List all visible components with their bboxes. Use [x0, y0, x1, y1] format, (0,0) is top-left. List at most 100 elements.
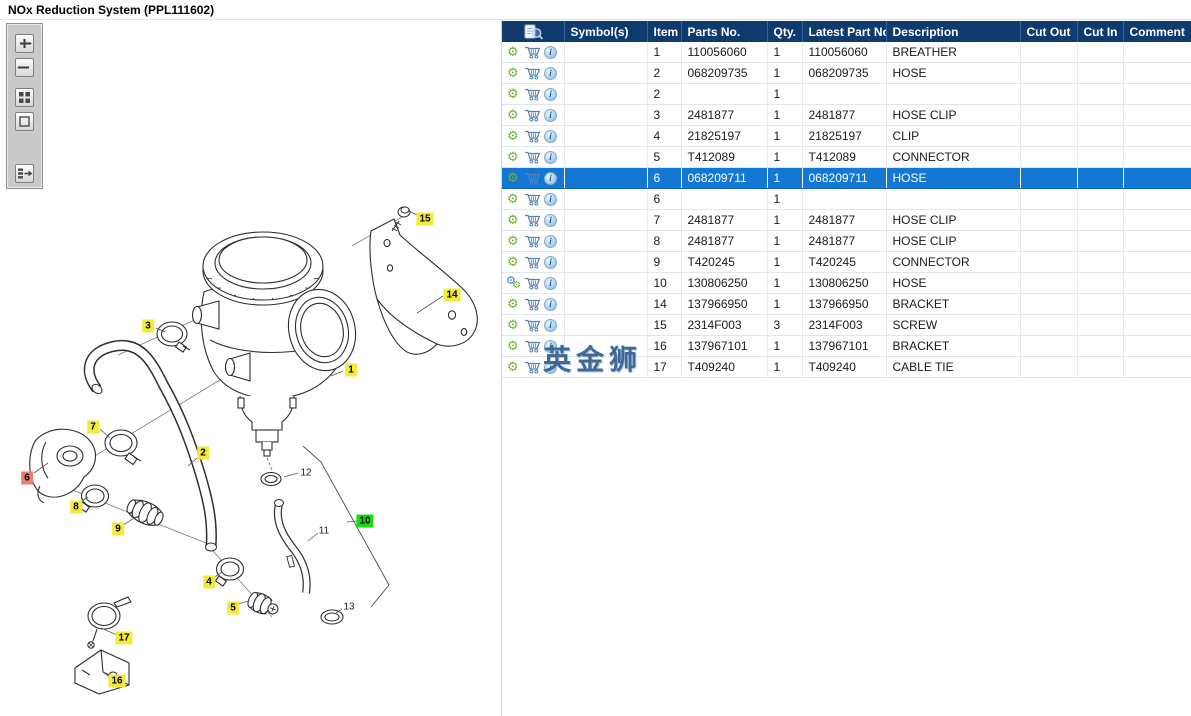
- column-header-latest-part-no[interactable]: Latest Part No.: [802, 21, 887, 42]
- info-icon[interactable]: i: [544, 171, 557, 185]
- column-header-comment[interactable]: Comment: [1123, 21, 1191, 42]
- info-icon[interactable]: i: [544, 318, 557, 332]
- gear-icon[interactable]: ⚙⚙: [507, 234, 521, 249]
- cell-symbols: [564, 230, 648, 252]
- gear-icon[interactable]: ⚙⚙: [507, 339, 521, 354]
- info-icon[interactable]: i: [544, 255, 557, 269]
- cell-latest-part-no: T420245: [802, 251, 887, 273]
- info-icon[interactable]: i: [544, 129, 557, 143]
- gear-icon[interactable]: ⚙⚙: [507, 171, 521, 186]
- info-icon[interactable]: i: [544, 297, 557, 311]
- gear-icon[interactable]: ⚙⚙: [506, 274, 521, 291]
- gear-icon[interactable]: ⚙⚙: [507, 297, 521, 312]
- info-icon[interactable]: i: [544, 360, 557, 374]
- cart-icon[interactable]: [524, 339, 541, 353]
- gear-icon[interactable]: ⚙⚙: [507, 360, 521, 375]
- gear-icon[interactable]: ⚙⚙: [507, 108, 521, 123]
- cart-icon[interactable]: [524, 171, 541, 185]
- table-row[interactable]: ⚙⚙ i 9 T420245 1 T420245 CONNECTOR: [502, 251, 1191, 273]
- cart-icon[interactable]: [524, 87, 541, 101]
- diagram-label-9[interactable]: 9: [112, 522, 124, 536]
- table-row[interactable]: ⚙⚙ i 8 2481877 1 2481877 HOSE CLIP: [502, 230, 1191, 252]
- diagram-label-16[interactable]: 16: [108, 674, 126, 688]
- table-row[interactable]: ⚙⚙ i 3 2481877 1 2481877 HOSE CLIP: [502, 104, 1191, 126]
- table-row[interactable]: ⚙⚙ i 14 137966950 1 137966950 BRACKET: [502, 293, 1191, 315]
- diagram-label-1[interactable]: 1: [345, 363, 357, 377]
- diagram-label-17[interactable]: 17: [115, 631, 133, 645]
- table-row[interactable]: ⚙⚙ i 16 137967101 1 137967101 BRACKET: [502, 335, 1191, 357]
- table-row[interactable]: ⚙⚙ i 4 21825197 1 21825197 CLIP: [502, 125, 1191, 147]
- info-icon[interactable]: i: [544, 108, 557, 122]
- column-header-cut-in[interactable]: Cut In: [1077, 21, 1124, 42]
- column-header-parts-no[interactable]: Parts No.: [681, 21, 768, 42]
- cart-icon[interactable]: [524, 108, 541, 122]
- table-row[interactable]: ⚙⚙ i 17 T409240 1 T409240 CABLE TIE: [502, 356, 1191, 378]
- info-icon[interactable]: i: [544, 234, 557, 248]
- gear-icon[interactable]: ⚙⚙: [507, 318, 521, 333]
- gear-icon[interactable]: ⚙⚙: [507, 87, 521, 102]
- cart-icon[interactable]: [524, 297, 541, 311]
- diagram-label-7[interactable]: 7: [87, 420, 99, 434]
- diagram-label-6[interactable]: 6: [21, 471, 33, 485]
- diagram-label-2[interactable]: 2: [197, 446, 209, 460]
- diagram-label-3[interactable]: 3: [142, 319, 154, 333]
- table-row[interactable]: ⚙ ⚙ i 10 130806250 1 130806250 HOSE: [502, 272, 1191, 294]
- info-icon[interactable]: i: [544, 213, 557, 227]
- diagram-label-15[interactable]: 15: [416, 212, 434, 226]
- cell-cut-in: [1077, 125, 1124, 147]
- cart-icon[interactable]: [524, 255, 541, 269]
- diagram-label-8[interactable]: 8: [70, 500, 82, 514]
- cart-icon[interactable]: [524, 129, 541, 143]
- cart-icon[interactable]: [524, 192, 541, 206]
- table-row[interactable]: ⚙⚙ i 2 068209735 1 068209735 HOSE: [502, 62, 1191, 84]
- gear-icon[interactable]: ⚙⚙: [507, 192, 521, 207]
- column-header-description[interactable]: Description: [886, 21, 1021, 42]
- diagram-label-5[interactable]: 5: [227, 601, 239, 615]
- gear-icon[interactable]: ⚙⚙: [507, 255, 521, 270]
- table-row[interactable]: ⚙⚙ i 2 1: [502, 83, 1191, 105]
- cart-icon[interactable]: [524, 276, 541, 290]
- table-row[interactable]: ⚙⚙ i 7 2481877 1 2481877 HOSE CLIP: [502, 209, 1191, 231]
- diagram-label-14[interactable]: 14: [443, 288, 461, 302]
- cell-item: 14: [647, 293, 682, 315]
- info-icon[interactable]: i: [544, 339, 557, 353]
- info-icon[interactable]: i: [544, 45, 557, 59]
- cart-icon[interactable]: [524, 45, 541, 59]
- gear-icon[interactable]: ⚙⚙: [507, 150, 521, 165]
- table-row[interactable]: ⚙⚙ i 1 110056060 1 110056060 BREATHER: [502, 42, 1191, 63]
- info-icon[interactable]: i: [544, 192, 557, 206]
- tile-view-button[interactable]: [15, 88, 34, 107]
- info-icon[interactable]: i: [544, 276, 557, 290]
- diagram-label-4[interactable]: 4: [203, 575, 215, 589]
- cart-icon[interactable]: [524, 318, 541, 332]
- zoom-out-button[interactable]: [15, 58, 34, 77]
- export-list-button[interactable]: [15, 164, 34, 183]
- zoom-in-button[interactable]: [15, 34, 34, 53]
- fit-view-button[interactable]: [15, 112, 34, 131]
- column-header-cut-out[interactable]: Cut Out: [1020, 21, 1078, 42]
- gear-icon[interactable]: ⚙⚙: [507, 129, 521, 144]
- cart-icon[interactable]: [524, 213, 541, 227]
- table-row[interactable]: ⚙⚙ i 15 2314F003 3 2314F003 SCREW: [502, 314, 1191, 336]
- cart-icon[interactable]: [524, 66, 541, 80]
- cart-icon[interactable]: [524, 234, 541, 248]
- table-row[interactable]: ⚙⚙ i 6 068209711 1 068209711 HOSE: [502, 167, 1191, 189]
- column-header-find[interactable]: [502, 21, 565, 42]
- info-icon[interactable]: i: [544, 150, 557, 164]
- cart-icon[interactable]: [524, 360, 541, 374]
- diagram-label-12[interactable]: 12: [297, 467, 314, 480]
- info-icon[interactable]: i: [544, 87, 557, 101]
- cart-icon[interactable]: [524, 150, 541, 164]
- diagram-label-13[interactable]: 13: [340, 601, 357, 614]
- column-header-item[interactable]: Item: [647, 21, 682, 42]
- gear-icon[interactable]: ⚙⚙: [507, 213, 521, 228]
- diagram-label-11[interactable]: 11: [316, 525, 332, 538]
- gear-icon[interactable]: ⚙⚙: [507, 45, 521, 60]
- diagram-label-10[interactable]: 10: [356, 514, 374, 528]
- info-icon[interactable]: i: [544, 66, 557, 80]
- table-row[interactable]: ⚙⚙ i 6 1: [502, 188, 1191, 210]
- gear-icon[interactable]: ⚙⚙: [507, 66, 521, 81]
- table-row[interactable]: ⚙⚙ i 5 T412089 1 T412089 CONNECTOR: [502, 146, 1191, 168]
- column-header-symbols[interactable]: Symbol(s): [564, 21, 648, 42]
- column-header-qty[interactable]: Qty.: [767, 21, 803, 42]
